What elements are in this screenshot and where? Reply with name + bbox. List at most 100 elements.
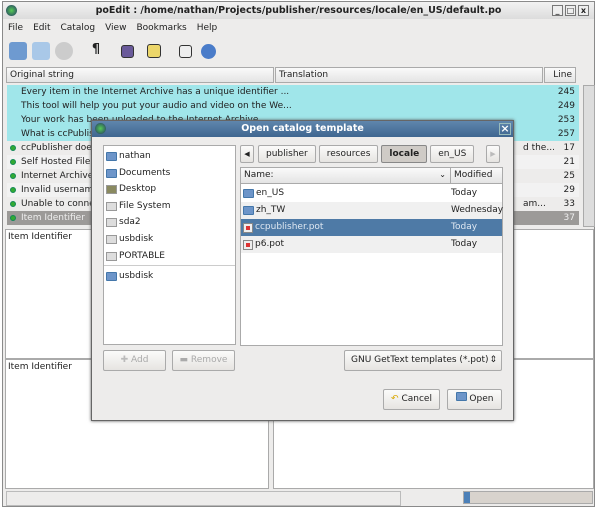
modified-column-header[interactable]: Modified	[451, 168, 502, 184]
menu-bookmarks[interactable]: Bookmarks	[131, 20, 191, 37]
file-name: en_US	[256, 188, 285, 198]
open-button[interactable]: Open	[447, 389, 502, 410]
file-row[interactable]: en_US Today	[241, 185, 502, 202]
file-modified: Today	[451, 239, 478, 249]
line-cell: 21	[563, 157, 575, 167]
original-cell: Invalid username	[21, 185, 99, 195]
column-original[interactable]: Original string	[6, 67, 274, 83]
dialog-close-button[interactable]: ×	[499, 123, 511, 135]
list-scrollbar[interactable]	[583, 85, 595, 227]
status-bar	[6, 491, 401, 506]
place-label: PORTABLE	[119, 250, 165, 261]
menu-file[interactable]: File	[3, 20, 28, 37]
folder-open-icon	[455, 392, 467, 401]
path-back-button[interactable]: ◀	[240, 145, 254, 163]
open-icon[interactable]	[9, 42, 27, 60]
path-forward-button[interactable]: ▶	[486, 145, 500, 163]
path-button-resources[interactable]: resources	[318, 145, 379, 163]
original-cell: This tool will help you put your audio a…	[21, 101, 292, 111]
help-icon[interactable]	[201, 44, 216, 59]
drive-icon	[106, 235, 117, 244]
path-button-publisher[interactable]: publisher	[258, 145, 316, 163]
bookmark-label: usbdisk	[119, 271, 154, 281]
place-item[interactable]: Desktop	[106, 181, 156, 198]
pot-file-icon	[243, 222, 253, 233]
status-dot-icon	[10, 145, 16, 151]
path-bar: publisher resources locale en_US	[258, 145, 475, 163]
original-cell: Self Hosted Files	[21, 157, 96, 167]
table-row[interactable]: Every item in the Internet Archive has a…	[7, 85, 579, 99]
file-modified: Wednesday	[451, 205, 504, 215]
fuzzy-icon[interactable]	[121, 45, 134, 58]
status-dot-icon	[10, 215, 16, 221]
file-modified: Today	[451, 222, 478, 232]
drive-icon	[106, 251, 117, 261]
file-type-filter[interactable]: GNU GetText templates (*.pot) ⇕	[344, 350, 502, 371]
translation-cell: d the...	[523, 143, 555, 153]
undo-icon: ↶	[391, 394, 399, 404]
progress-bar	[463, 491, 593, 504]
menu-help[interactable]: Help	[192, 20, 223, 37]
original-cell: Unable to conne	[21, 199, 95, 209]
place-item[interactable]: sda2	[106, 214, 141, 231]
dialog-title: Open catalog template	[241, 123, 364, 134]
place-item[interactable]: usbdisk	[106, 231, 153, 248]
column-line[interactable]: Line	[544, 67, 576, 83]
menu-catalog[interactable]: Catalog	[56, 20, 101, 37]
line-cell: 33	[563, 199, 575, 209]
menu-edit[interactable]: Edit	[28, 20, 55, 37]
pilcrow-icon[interactable]: ¶	[87, 42, 105, 60]
original-cell: Every item in the Internet Archive has a…	[21, 87, 290, 97]
places-divider	[104, 265, 235, 266]
settings-icon[interactable]	[179, 45, 192, 58]
folder-icon	[106, 168, 117, 178]
name-column-header[interactable]: Name: ⌄	[241, 168, 451, 184]
name-header-label: Name:	[244, 170, 274, 180]
cancel-button[interactable]: ↶ Cancel	[383, 389, 440, 410]
places-pane: nathan Documents Desktop File System sda2 usb…	[103, 145, 236, 345]
file-modified: Today	[451, 188, 478, 198]
cancel-label: Cancel	[401, 394, 432, 404]
maximize-button[interactable]: □	[565, 5, 576, 16]
table-row[interactable]: This tool will help you put your audio a…	[7, 99, 579, 113]
add-button[interactable]: ✚ Add	[103, 350, 166, 371]
folder-icon	[243, 206, 254, 215]
place-label: Desktop	[119, 184, 157, 195]
file-name: ccpublisher.pot	[255, 222, 324, 232]
minimize-button[interactable]: _	[552, 5, 563, 16]
close-button[interactable]: x	[578, 5, 589, 16]
menu-bar: File Edit Catalog View Bookmarks Help	[3, 20, 222, 37]
home-folder-icon	[106, 152, 117, 161]
source-text: Item Identifier	[8, 232, 72, 242]
line-cell: 37	[563, 213, 575, 223]
file-row[interactable]: p6.pot Today	[241, 236, 502, 253]
remove-button[interactable]: ▬ Remove	[172, 350, 235, 371]
update-icon[interactable]	[55, 42, 73, 60]
original-cell: Item Identifier	[21, 213, 85, 223]
path-button-locale[interactable]: locale	[381, 145, 428, 163]
folder-icon	[106, 272, 117, 281]
app-icon	[95, 123, 106, 134]
updown-icon: ⇕	[489, 355, 497, 365]
place-item[interactable]: File System	[106, 198, 170, 215]
status-dot-icon	[10, 173, 16, 179]
file-row[interactable]: zh_TW Wednesday	[241, 202, 504, 219]
bookmark-item[interactable]: usbdisk	[106, 268, 153, 285]
place-label: usbdisk	[119, 234, 154, 244]
place-item[interactable]: Documents	[106, 165, 170, 182]
file-row[interactable]: ccpublisher.pot Today	[241, 219, 502, 236]
place-item[interactable]: nathan	[106, 148, 151, 165]
menu-view[interactable]: View	[100, 20, 131, 37]
drive-icon	[106, 218, 117, 228]
column-translation[interactable]: Translation	[275, 67, 543, 83]
save-icon[interactable]	[32, 42, 50, 60]
open-catalog-template-dialog: Open catalog template × nathan Documents D…	[91, 120, 514, 421]
place-item[interactable]: PORTABLE	[106, 248, 165, 265]
path-button-en_US[interactable]: en_US	[430, 145, 475, 163]
chevron-down-icon: ⌄	[439, 170, 446, 179]
line-cell: 25	[563, 171, 575, 181]
file-name: p6.pot	[255, 239, 285, 249]
original-cell: ccPublisher does	[21, 143, 97, 153]
translation-cell: am...	[523, 199, 546, 209]
comment-icon[interactable]	[147, 44, 161, 58]
